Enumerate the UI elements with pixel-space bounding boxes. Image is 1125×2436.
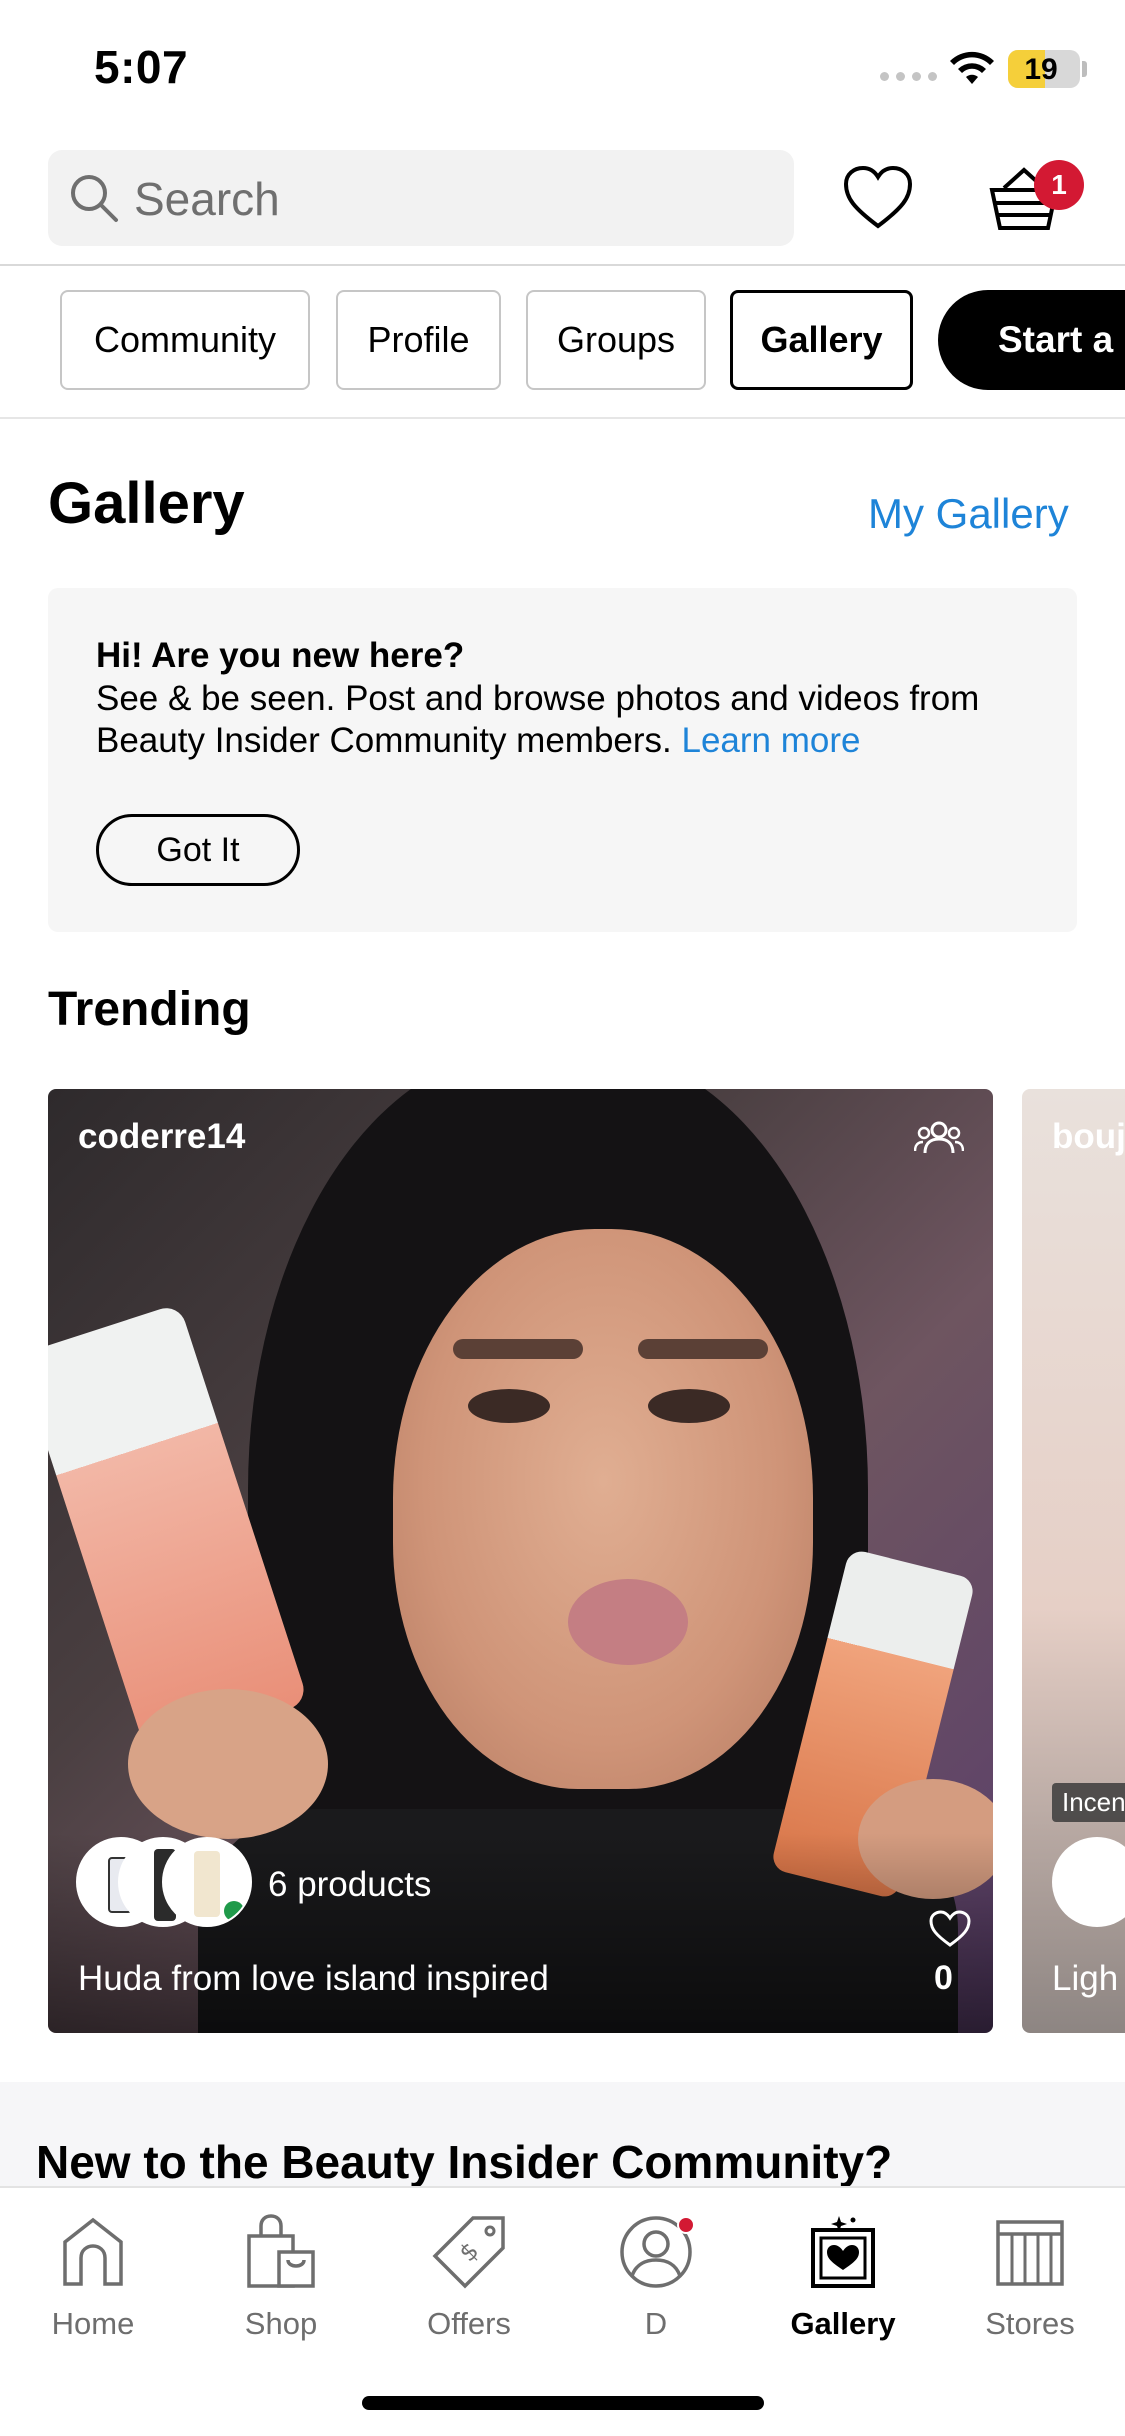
tab-shop[interactable]: Shop — [206, 2212, 356, 2362]
chip-community[interactable]: Community — [60, 290, 310, 390]
battery-level: 19 — [1024, 53, 1058, 86]
page-title: Gallery — [48, 471, 245, 536]
like-heart-icon[interactable] — [928, 1909, 972, 1949]
gallery-icon — [811, 2216, 875, 2288]
start-conversation-button[interactable]: Start a — [938, 290, 1125, 390]
stores-icon — [996, 2220, 1064, 2286]
tab-community-profile[interactable]: D — [581, 2212, 731, 2362]
post-caption: Ligh — [1052, 1959, 1119, 1998]
chip-groups[interactable]: Groups — [526, 290, 706, 390]
battery-icon: 19 — [1008, 50, 1080, 88]
got-it-button[interactable]: Got It — [96, 814, 300, 886]
tab-label: Shop — [244, 2306, 318, 2341]
cart-count-badge: 1 — [1034, 160, 1084, 210]
tab-home[interactable]: Home — [18, 2212, 168, 2362]
welcome-body: See & be seen. Post and browse photos an… — [96, 678, 1056, 762]
trending-heading: Trending — [48, 983, 251, 1036]
shop-bag-icon — [247, 2214, 315, 2288]
learn-more-link[interactable]: Learn more — [682, 721, 861, 760]
welcome-title: Hi! Are you new here? — [96, 636, 465, 675]
tab-label: D — [644, 2306, 668, 2341]
post-username[interactable]: bouj — [1052, 1117, 1125, 1157]
product-thumbnail — [162, 1837, 252, 1927]
search-icon — [71, 175, 118, 222]
tab-gallery[interactable]: Gallery — [768, 2212, 918, 2362]
chip-gallery[interactable]: Gallery — [730, 290, 913, 390]
group-icon — [914, 1121, 964, 1154]
home-indicator — [362, 2396, 764, 2410]
tab-offers[interactable]: $ Offers — [394, 2212, 544, 2362]
svg-text:$: $ — [454, 2237, 485, 2268]
offers-tag-icon: $ — [432, 2216, 505, 2289]
chips-divider — [0, 417, 1125, 419]
incentivized-tag: Incen — [1052, 1783, 1125, 1822]
my-gallery-link[interactable]: My Gallery — [868, 490, 1069, 538]
tab-label: Home — [51, 2306, 135, 2341]
product-thumbnail[interactable] — [1052, 1837, 1125, 1927]
tab-stores[interactable]: Stores — [955, 2212, 1105, 2362]
loves-heart-icon[interactable] — [840, 160, 916, 236]
chip-profile[interactable]: Profile — [336, 290, 501, 390]
community-nav-chips: Community Profile Groups Gallery Start a — [0, 290, 1125, 390]
home-icon — [63, 2217, 123, 2286]
tab-label: Offers — [427, 2306, 511, 2341]
status-time: 5:07 — [94, 41, 189, 93]
search-input[interactable]: Search — [48, 150, 794, 246]
post-username[interactable]: coderre14 — [78, 1117, 245, 1157]
tab-label: Stores — [985, 2306, 1075, 2341]
products-count[interactable]: 6 products — [268, 1865, 431, 1905]
header-divider — [0, 264, 1125, 266]
tagged-products-thumbnails[interactable] — [76, 1837, 276, 1929]
cellular-signal-icon — [880, 72, 937, 81]
wifi-icon — [950, 51, 994, 84]
search-placeholder: Search — [134, 173, 280, 225]
notification-dot — [677, 2216, 695, 2234]
status-bar: 5:07 19 — [0, 0, 1125, 140]
community-banner-title: New to the Beauty Insider Community? — [36, 2136, 893, 2188]
trending-post-card[interactable]: coderre14 6 products Huda from love isla… — [48, 1089, 993, 2033]
trending-post-card[interactable]: bouj Incen Ligh — [1022, 1089, 1125, 2033]
welcome-card: Hi! Are you new here? See & be seen. Pos… — [48, 588, 1077, 932]
like-count: 0 — [934, 1959, 953, 1997]
tab-label: Gallery — [790, 2306, 896, 2341]
post-caption: Huda from love island inspired — [78, 1959, 549, 1998]
